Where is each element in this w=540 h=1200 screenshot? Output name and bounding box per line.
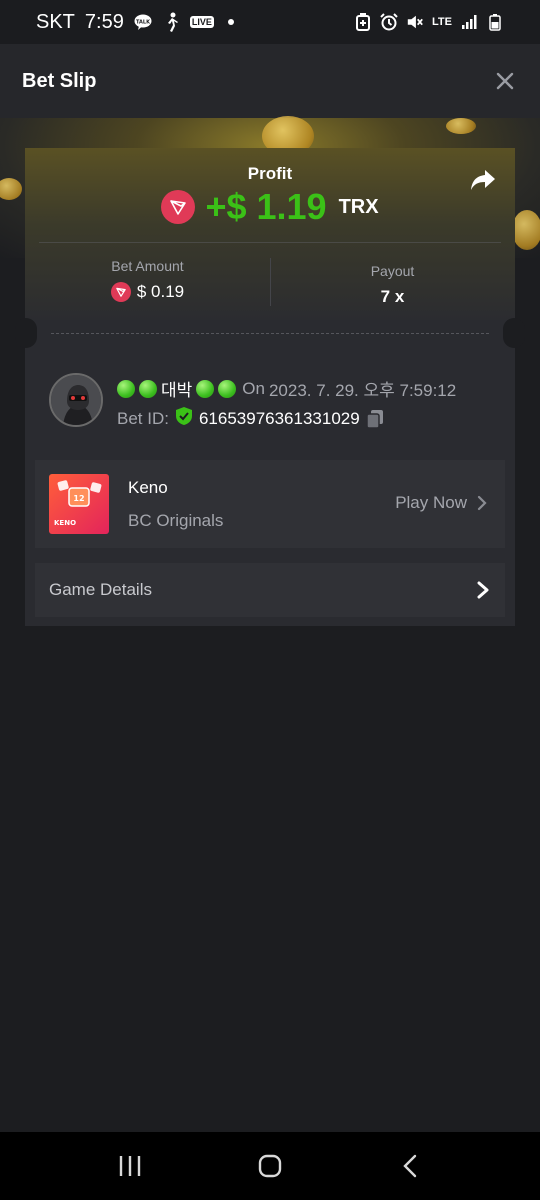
username[interactable]: 대박 (161, 376, 192, 401)
user-line: 대박 On 2023. 7. 29. 오후 7:59:12 (117, 376, 456, 401)
status-bar: SKT 7:59 TALK LIVE LTE (0, 0, 540, 44)
alarm-icon (380, 13, 398, 31)
back-icon (403, 1154, 417, 1178)
keno-game-thumbnail: 12 KENO (49, 474, 109, 534)
close-icon (496, 72, 514, 90)
chevron-right-icon (477, 495, 487, 511)
back-button[interactable] (390, 1146, 430, 1186)
ticket-notch-left (15, 318, 37, 348)
user-info: 대박 On 2023. 7. 29. 오후 7:59:12 Bet ID: 61… (49, 372, 495, 431)
play-now-label: Play Now (395, 493, 467, 512)
signal-icon (460, 13, 478, 31)
game-details-row[interactable]: Game Details (35, 563, 505, 617)
green-ball-icon (117, 379, 135, 398)
coin-decoration (512, 210, 540, 250)
game-provider: BC Originals (128, 511, 224, 530)
home-icon (258, 1154, 282, 1178)
clock: 7:59 (84, 10, 124, 33)
share-icon (471, 170, 495, 190)
payout-label: Payout (370, 263, 415, 279)
payout-stat: Payout 7 x (270, 258, 515, 307)
payout-value: 7 x (380, 287, 405, 306)
system-nav-bar (0, 1132, 540, 1200)
coin-decoration (446, 118, 476, 134)
bet-slip-header: Bet Slip (0, 44, 540, 118)
carrier-label: SKT (36, 10, 75, 33)
verified-shield-icon (175, 406, 193, 431)
page-title: Bet Slip (22, 69, 97, 92)
game-row[interactable]: 12 KENO Keno BC Originals Play Now (35, 460, 505, 548)
bet-id-label: Bet ID: (117, 408, 169, 428)
bet-amount-stat: Bet Amount $ 0.19 (25, 258, 270, 302)
svg-text:TALK: TALK (136, 20, 151, 26)
dot-icon (227, 19, 234, 25)
chevron-right-icon (477, 581, 489, 599)
recent-apps-icon (119, 1156, 141, 1176)
game-name: Keno (128, 478, 168, 497)
recent-apps-button[interactable] (110, 1146, 150, 1186)
bet-slip-card: Profit +$ 1.19 TRX Bet Amount $ 0.19 Pay… (15, 148, 525, 626)
bet-amount-value-row: $ 0.19 (25, 282, 270, 302)
walk-icon (162, 12, 180, 32)
keno-thumb-label: KENO (54, 519, 76, 527)
battery-icon (486, 13, 504, 31)
share-button[interactable] (469, 168, 497, 192)
profit-label: Profit (247, 164, 293, 183)
profit-row: +$ 1.19 TRX (25, 186, 515, 228)
home-button[interactable] (250, 1146, 290, 1186)
green-ball-icon (218, 379, 237, 398)
talk-icon: TALK (134, 13, 152, 31)
battery-saver-icon (354, 13, 372, 31)
bet-id-value: 61653976361331029 (198, 408, 360, 428)
close-button[interactable] (492, 68, 518, 94)
play-now-button[interactable]: Play Now (395, 493, 487, 513)
profit-section: Profit +$ 1.19 TRX Bet Amount $ 0.19 Pay… (25, 148, 515, 320)
profit-value: +$ 1.19 (205, 186, 327, 227)
keno-thumb-number: 12 (73, 494, 84, 503)
tron-coin-icon (161, 190, 196, 224)
bet-amount-value: $ 0.19 (136, 282, 185, 301)
avatar[interactable] (49, 373, 103, 427)
profit-currency: TRX (338, 195, 379, 218)
game-details-label: Game Details (49, 580, 152, 599)
ticket-notch-right (503, 318, 525, 348)
coin-decoration (0, 178, 22, 200)
green-ball-icon (139, 379, 157, 398)
lte-icon: LTE (432, 16, 452, 28)
copy-button[interactable] (365, 409, 384, 429)
bet-id-line: Bet ID: 61653976361331029 (117, 406, 384, 431)
mute-icon (406, 13, 424, 31)
bet-date: 2023. 7. 29. 오후 7:59:12 (268, 381, 457, 400)
dashed-divider (51, 333, 489, 334)
tron-coin-icon (110, 282, 131, 302)
date-prefix: On (242, 378, 265, 398)
divider (39, 242, 501, 243)
copy-icon (365, 409, 383, 429)
green-ball-icon (196, 379, 215, 398)
live-icon: LIVE (189, 16, 214, 28)
bet-amount-label: Bet Amount (111, 258, 184, 274)
